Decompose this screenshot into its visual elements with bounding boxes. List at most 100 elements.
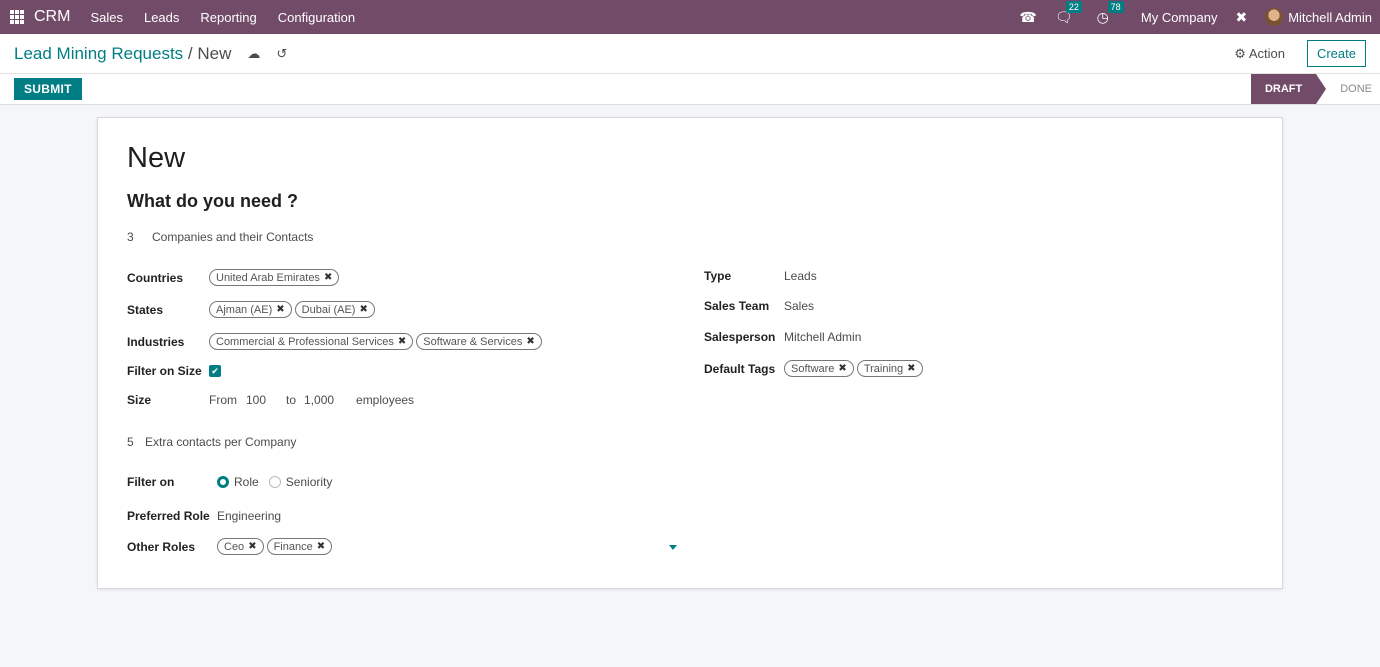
tag-text: Ajman (AE) [216, 303, 273, 316]
top-navbar: CRM Sales Leads Reporting Configuration … [0, 0, 1380, 34]
tag-text: United Arab Emirates [216, 271, 320, 284]
default-tags-field: Default Tags Software ✖ Training ✖ [704, 360, 926, 377]
tag-text: Software & Services [423, 335, 523, 348]
contacts-count-row: 5 Extra contacts per Company [127, 435, 296, 449]
size-from-input[interactable]: 100 [246, 393, 286, 407]
size-label: Size [127, 393, 152, 407]
action-label: Action [1248, 45, 1285, 61]
other-roles-label: Other Roles [127, 539, 196, 554]
states-label: States [127, 302, 164, 317]
country-tag: United Arab Emirates ✖ [209, 269, 340, 286]
messages-button[interactable]: 🗨 22 [1055, 0, 1082, 26]
tag-text: Finance [273, 540, 313, 553]
phone-icon[interactable]: ☎ [1019, 9, 1036, 26]
size-unit: employees [356, 393, 415, 407]
breadcrumb-current: New [197, 43, 232, 63]
activities-count-badge: 78 [1107, 0, 1124, 13]
save-cloud-icon[interactable]: ☁ [247, 46, 260, 62]
apps-menu-icon[interactable] [10, 10, 24, 24]
stage-pipeline: DRAFT DONE [1250, 74, 1380, 104]
filter-size-checkbox[interactable]: ✔ [209, 365, 221, 377]
menu-sales[interactable]: Sales [90, 10, 123, 25]
discard-undo-icon[interactable]: ↺ [276, 46, 287, 62]
other-roles-field: Other Roles Ceo ✖ Finance ✖ [127, 538, 335, 555]
company-count-input[interactable]: 3 [127, 230, 152, 244]
countries-label: Countries [127, 270, 184, 285]
filter-on-label: Filter on [127, 475, 175, 489]
remove-tag-icon[interactable]: ✖ [907, 363, 915, 374]
debug-tools-icon[interactable]: ✖ [1235, 9, 1247, 26]
contacts-count-label: Extra contacts per Company [145, 435, 297, 449]
breadcrumb: Lead Mining Requests / New [14, 44, 231, 64]
section-heading: What do you need ? [127, 191, 298, 211]
tag-text: Software [791, 362, 835, 375]
remove-tag-icon[interactable]: ✖ [838, 363, 846, 374]
user-avatar[interactable] [1265, 8, 1284, 26]
menu-configuration[interactable]: Configuration [278, 10, 355, 25]
control-panel: Lead Mining Requests / New ☁ ↺ ⚙ Action … [0, 34, 1380, 74]
default-tags-label: Default Tags [704, 361, 776, 376]
remove-tag-icon[interactable]: ✖ [359, 304, 367, 315]
gear-icon: ⚙ [1234, 45, 1246, 61]
role-radio-label[interactable]: Role [234, 475, 259, 489]
role-radio[interactable] [217, 476, 229, 488]
countries-field: Countries United Arab Emirates ✖ [127, 269, 342, 286]
remove-tag-icon[interactable]: ✖ [248, 541, 256, 552]
remove-tag-icon[interactable]: ✖ [324, 272, 332, 283]
remove-tag-icon[interactable]: ✖ [526, 336, 534, 347]
industries-field: Industries Commercial & Professional Ser… [127, 333, 545, 350]
state-tag: Dubai (AE) ✖ [294, 301, 375, 318]
company-switcher[interactable]: My Company [1141, 10, 1218, 25]
role-tag: Finance ✖ [266, 538, 333, 555]
industry-tag: Commercial & Professional Services ✖ [209, 333, 414, 350]
salesperson-field: Salesperson Mitchell Admin [704, 330, 861, 344]
state-tag: Ajman (AE) ✖ [209, 301, 292, 318]
size-to-input[interactable]: 1,000 [304, 393, 356, 407]
preferred-role-label: Preferred Role [127, 509, 210, 523]
stage-draft[interactable]: DRAFT [1250, 74, 1327, 104]
preferred-role-input[interactable]: Engineering [217, 509, 281, 523]
company-count-label: Companies and their Contacts [152, 230, 314, 244]
create-button[interactable]: Create [1306, 40, 1366, 67]
filter-on-field: Filter on Role Seniority [127, 475, 332, 489]
seniority-radio[interactable] [268, 476, 281, 488]
size-field: Size From 100 to 1,000 employees [127, 393, 414, 407]
breadcrumb-parent[interactable]: Lead Mining Requests [14, 44, 183, 63]
tag-text: Training [863, 362, 904, 375]
status-bar: SUBMIT DRAFT DONE [0, 74, 1380, 105]
breadcrumb-separator: / [187, 43, 193, 63]
submit-button[interactable]: SUBMIT [14, 78, 82, 100]
tag-text: Commercial & Professional Services [216, 335, 394, 348]
salesperson-input[interactable]: Mitchell Admin [784, 330, 861, 344]
filter-size-label: Filter on Size [127, 364, 202, 378]
messages-count-badge: 22 [1065, 0, 1082, 13]
filter-size-field: Filter on Size ✔ [127, 364, 221, 378]
sales-team-label: Sales Team [704, 299, 770, 313]
seniority-radio-label[interactable]: Seniority [286, 475, 333, 489]
menu-reporting[interactable]: Reporting [200, 10, 256, 25]
industries-label: Industries [127, 334, 185, 349]
size-to-label: to [286, 393, 297, 407]
remove-tag-icon[interactable]: ✖ [398, 336, 406, 347]
sales-team-field: Sales Team Sales [704, 299, 814, 313]
menu-leads[interactable]: Leads [144, 10, 179, 25]
type-select[interactable]: Leads [784, 269, 817, 283]
app-brand[interactable]: CRM [34, 8, 70, 26]
default-tag: Training ✖ [856, 360, 923, 377]
type-label: Type [704, 269, 732, 283]
tag-text: Dubai (AE) [301, 303, 356, 316]
action-menu[interactable]: ⚙ Action [1234, 46, 1285, 62]
record-title: New [127, 142, 186, 174]
user-menu[interactable]: Mitchell Admin [1288, 10, 1372, 25]
company-count-row: 3 Companies and their Contacts [127, 230, 313, 244]
contacts-count-input[interactable]: 5 [127, 435, 145, 449]
activities-button[interactable]: ◷ 78 [1097, 0, 1124, 26]
sales-team-input[interactable]: Sales [784, 299, 814, 313]
states-field: States Ajman (AE) ✖ Dubai (AE) ✖ [127, 301, 378, 318]
type-field: Type Leads [704, 269, 817, 283]
salesperson-label: Salesperson [704, 330, 776, 344]
remove-tag-icon[interactable]: ✖ [276, 304, 284, 315]
remove-tag-icon[interactable]: ✖ [317, 541, 325, 552]
other-roles-dropdown-icon[interactable] [669, 545, 677, 550]
size-from-label: From [209, 393, 237, 407]
